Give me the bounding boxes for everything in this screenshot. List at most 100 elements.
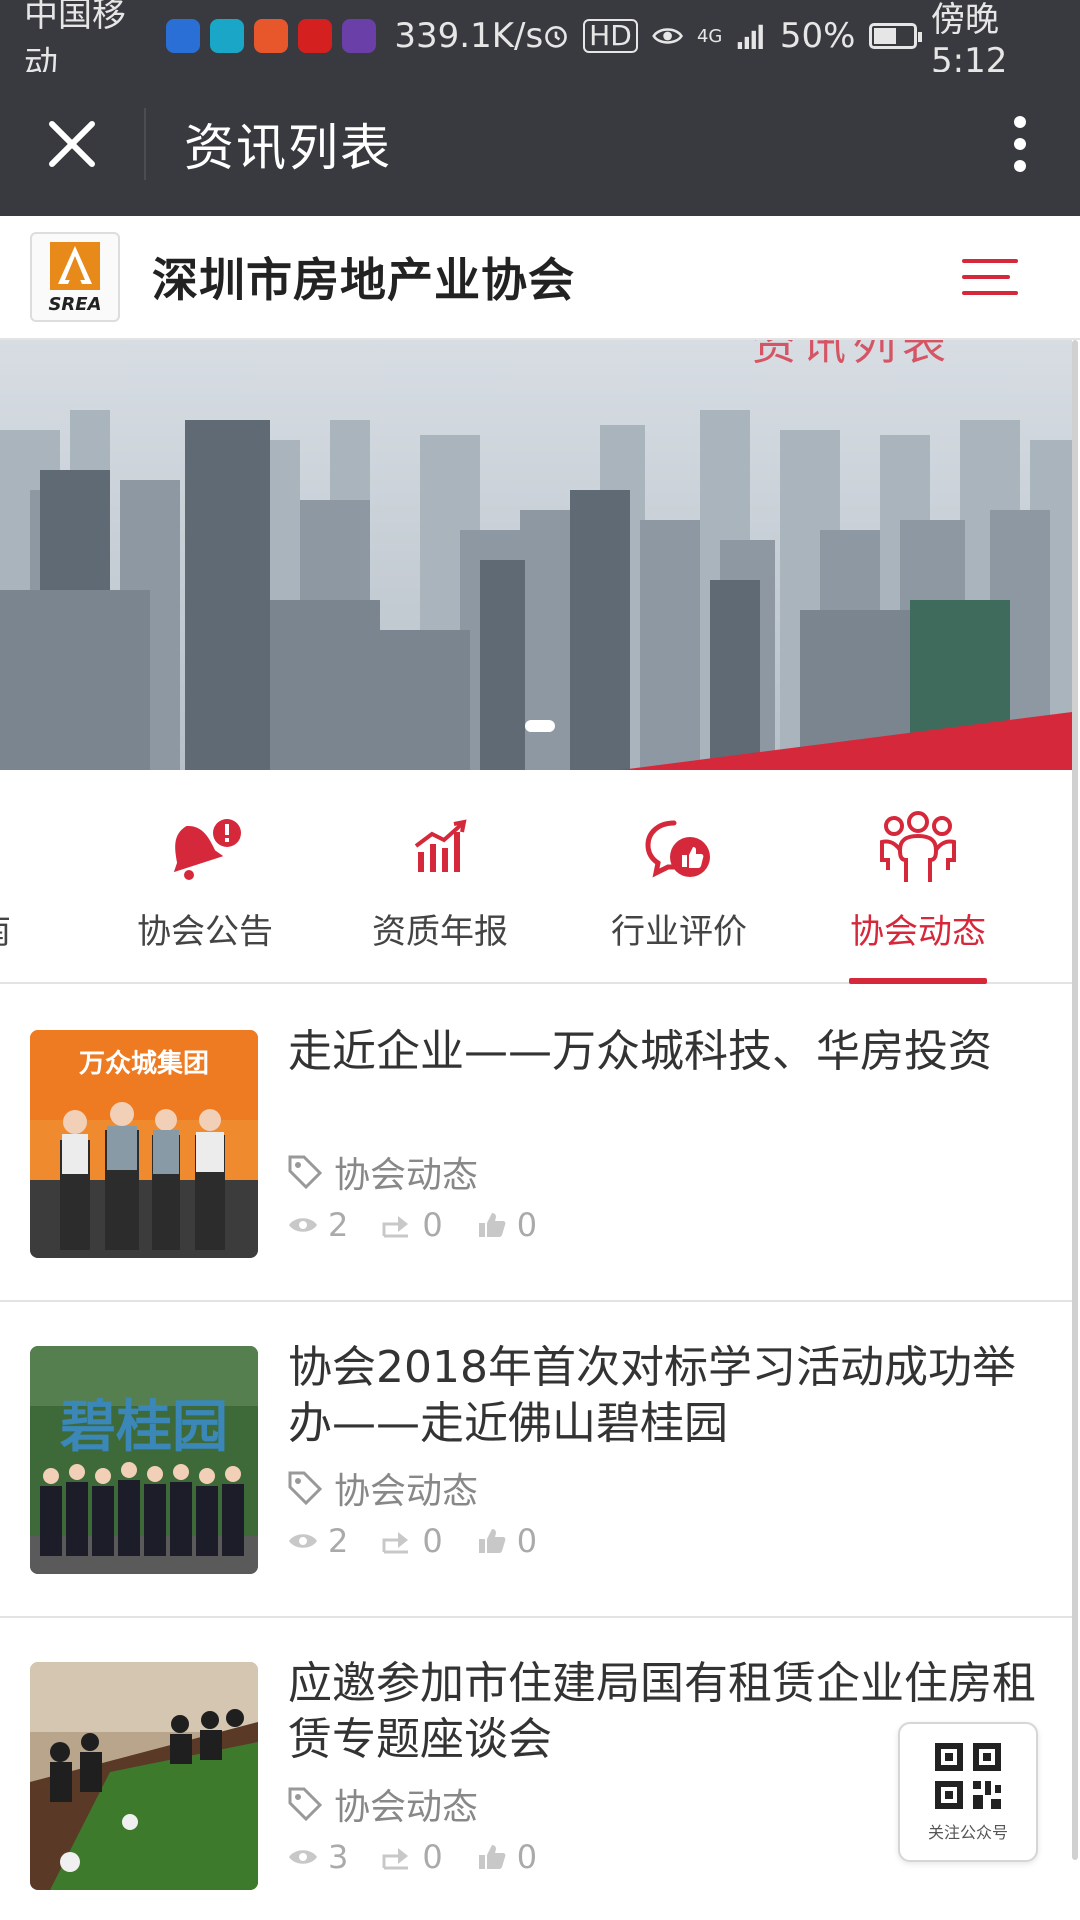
people-group-icon <box>878 806 958 890</box>
eye-icon <box>651 28 683 44</box>
eye-icon <box>289 1218 317 1232</box>
tab-label: 协会公告 <box>137 912 273 952</box>
likes-count: 0 <box>516 1206 538 1244</box>
likes-stat: 0 <box>477 1838 537 1876</box>
thumb-sign-text: 碧桂园 <box>60 1395 228 1460</box>
title-divider <box>144 108 146 180</box>
srea-logo[interactable]: SREA <box>30 232 120 322</box>
views-count: 3 <box>328 1838 349 1876</box>
status-bar: 中国移动 339.1K/s HD 4G 50% 傍晚5:12 <box>0 0 1080 84</box>
tag-label: 协会动态 <box>334 1471 479 1512</box>
title-bar: 资讯列表 <box>0 72 1080 216</box>
likes-count: 0 <box>516 1838 538 1876</box>
clock: 傍晚5:12 <box>930 0 1008 81</box>
tab-label: 资质年报 <box>372 912 508 952</box>
close-icon <box>49 121 95 167</box>
hamburger-menu-button[interactable] <box>962 255 1018 299</box>
chat-thumbs-up-icon <box>644 806 714 890</box>
site-name: 深圳市房地产业协会 <box>152 253 575 307</box>
news-item[interactable]: 万众城集团 走近企业——万众城科技、华房投资 协会动态 2 0 0 <box>0 986 1072 1302</box>
share-icon <box>382 1848 409 1870</box>
shares-count: 0 <box>422 1206 443 1244</box>
qr-code-icon <box>935 1743 1001 1809</box>
book-app-icon <box>210 19 245 53</box>
site-header: SREA 深圳市房地产业协会 <box>0 216 1080 340</box>
active-tab-indicator <box>849 978 987 984</box>
tab-label: 南 <box>0 904 11 953</box>
tag-label: 协会动态 <box>334 1787 479 1828</box>
news-tag: 协会动态 <box>286 1462 478 1514</box>
eye-icon <box>289 1850 317 1864</box>
tag-icon <box>288 1787 323 1822</box>
tag-icon <box>288 1471 323 1506</box>
more-vertical-icon <box>1014 116 1026 172</box>
news-title[interactable]: 走近企业——万众城科技、华房投资 <box>288 1024 1048 1080</box>
shield-app-icon <box>166 19 201 53</box>
share-icon <box>382 1532 409 1554</box>
thumbs-up-icon <box>478 1529 506 1553</box>
more-options-button[interactable] <box>960 72 1080 216</box>
shares-count: 0 <box>422 1522 443 1560</box>
news-title[interactable]: 协会2018年首次对标学习活动成功举办——走近佛山碧桂园 <box>288 1340 1048 1452</box>
notification-icons <box>166 19 377 53</box>
hd-badge: HD <box>583 19 638 53</box>
battery-icon <box>869 23 922 49</box>
battery-percent: 50% <box>779 16 856 56</box>
tag-icon <box>288 1155 323 1190</box>
close-button[interactable] <box>0 72 144 216</box>
follow-official-account-button[interactable]: 关注公众号 <box>898 1722 1038 1862</box>
menu-line-1 <box>962 259 1018 263</box>
tab-label: 协会动态 <box>850 912 986 952</box>
scrollbar[interactable] <box>1072 340 1078 1860</box>
news-tag: 协会动态 <box>286 1146 478 1198</box>
follow-label: 关注公众号 <box>927 1823 1008 1842</box>
shares-count: 0 <box>422 1838 443 1876</box>
news-item[interactable]: 碧桂园 协会2018年首次对标学习活动成功举办——走近佛山碧桂园 协会动态 2 … <box>0 1302 1072 1618</box>
signal-icon <box>738 24 764 49</box>
likes-stat: 0 <box>477 1522 537 1560</box>
tab-annual-report[interactable]: 资质年报 <box>355 770 525 984</box>
video-app-icon <box>254 19 289 53</box>
tab-guide[interactable]: 南 <box>0 770 44 984</box>
news-stats: 3 0 0 <box>288 1838 571 1876</box>
logo-mark-icon <box>50 241 100 290</box>
logo-text: SREA <box>48 293 102 315</box>
news-stats: 2 0 0 <box>288 1522 571 1560</box>
menu-line-2 <box>962 275 1010 279</box>
page-title: 资讯列表 <box>184 119 392 177</box>
tab-announcements[interactable]: 协会公告 <box>120 770 290 984</box>
tag-label: 协会动态 <box>334 1155 479 1196</box>
news-stats: 2 0 0 <box>288 1206 571 1244</box>
bell-alert-icon <box>163 806 247 890</box>
bar-chart-icon <box>410 806 470 890</box>
tab-label: 行业评价 <box>611 912 747 952</box>
views-count: 2 <box>328 1206 349 1244</box>
news-thumbnail[interactable]: 万众城集团 <box>30 1030 258 1258</box>
banner-carousel[interactable]: 资讯列表 <box>0 340 1072 770</box>
carousel-indicator[interactable] <box>525 720 555 732</box>
views-count: 2 <box>328 1522 349 1560</box>
banner-caption: 资讯列表 <box>752 340 952 370</box>
share-icon <box>382 1216 409 1238</box>
views-stat: 3 <box>288 1838 348 1876</box>
shares-stat: 0 <box>382 1522 443 1560</box>
shares-stat: 0 <box>382 1838 443 1876</box>
tab-industry-rating[interactable]: 行业评价 <box>594 770 764 984</box>
views-stat: 2 <box>288 1522 348 1560</box>
thumbs-up-icon <box>478 1845 506 1869</box>
tab-association-news[interactable]: 协会动态 <box>833 770 1003 984</box>
alarm-icon <box>545 26 567 48</box>
tmall-app-icon <box>298 19 333 53</box>
news-tag: 协会动态 <box>286 1778 478 1830</box>
compass-icon <box>0 806 24 890</box>
news-thumbnail[interactable] <box>30 1662 258 1890</box>
player-app-icon <box>342 19 377 53</box>
network-speed: 339.1K/s <box>394 16 544 56</box>
news-thumbnail[interactable]: 碧桂园 <box>30 1346 258 1574</box>
network-type: 4G <box>696 25 723 47</box>
city-skyline-image <box>0 340 1072 770</box>
eye-icon <box>289 1534 317 1548</box>
thumbs-up-icon <box>478 1213 506 1237</box>
category-nav: 南 协会公告 资质年报 <box>0 770 1072 984</box>
views-stat: 2 <box>288 1206 348 1244</box>
